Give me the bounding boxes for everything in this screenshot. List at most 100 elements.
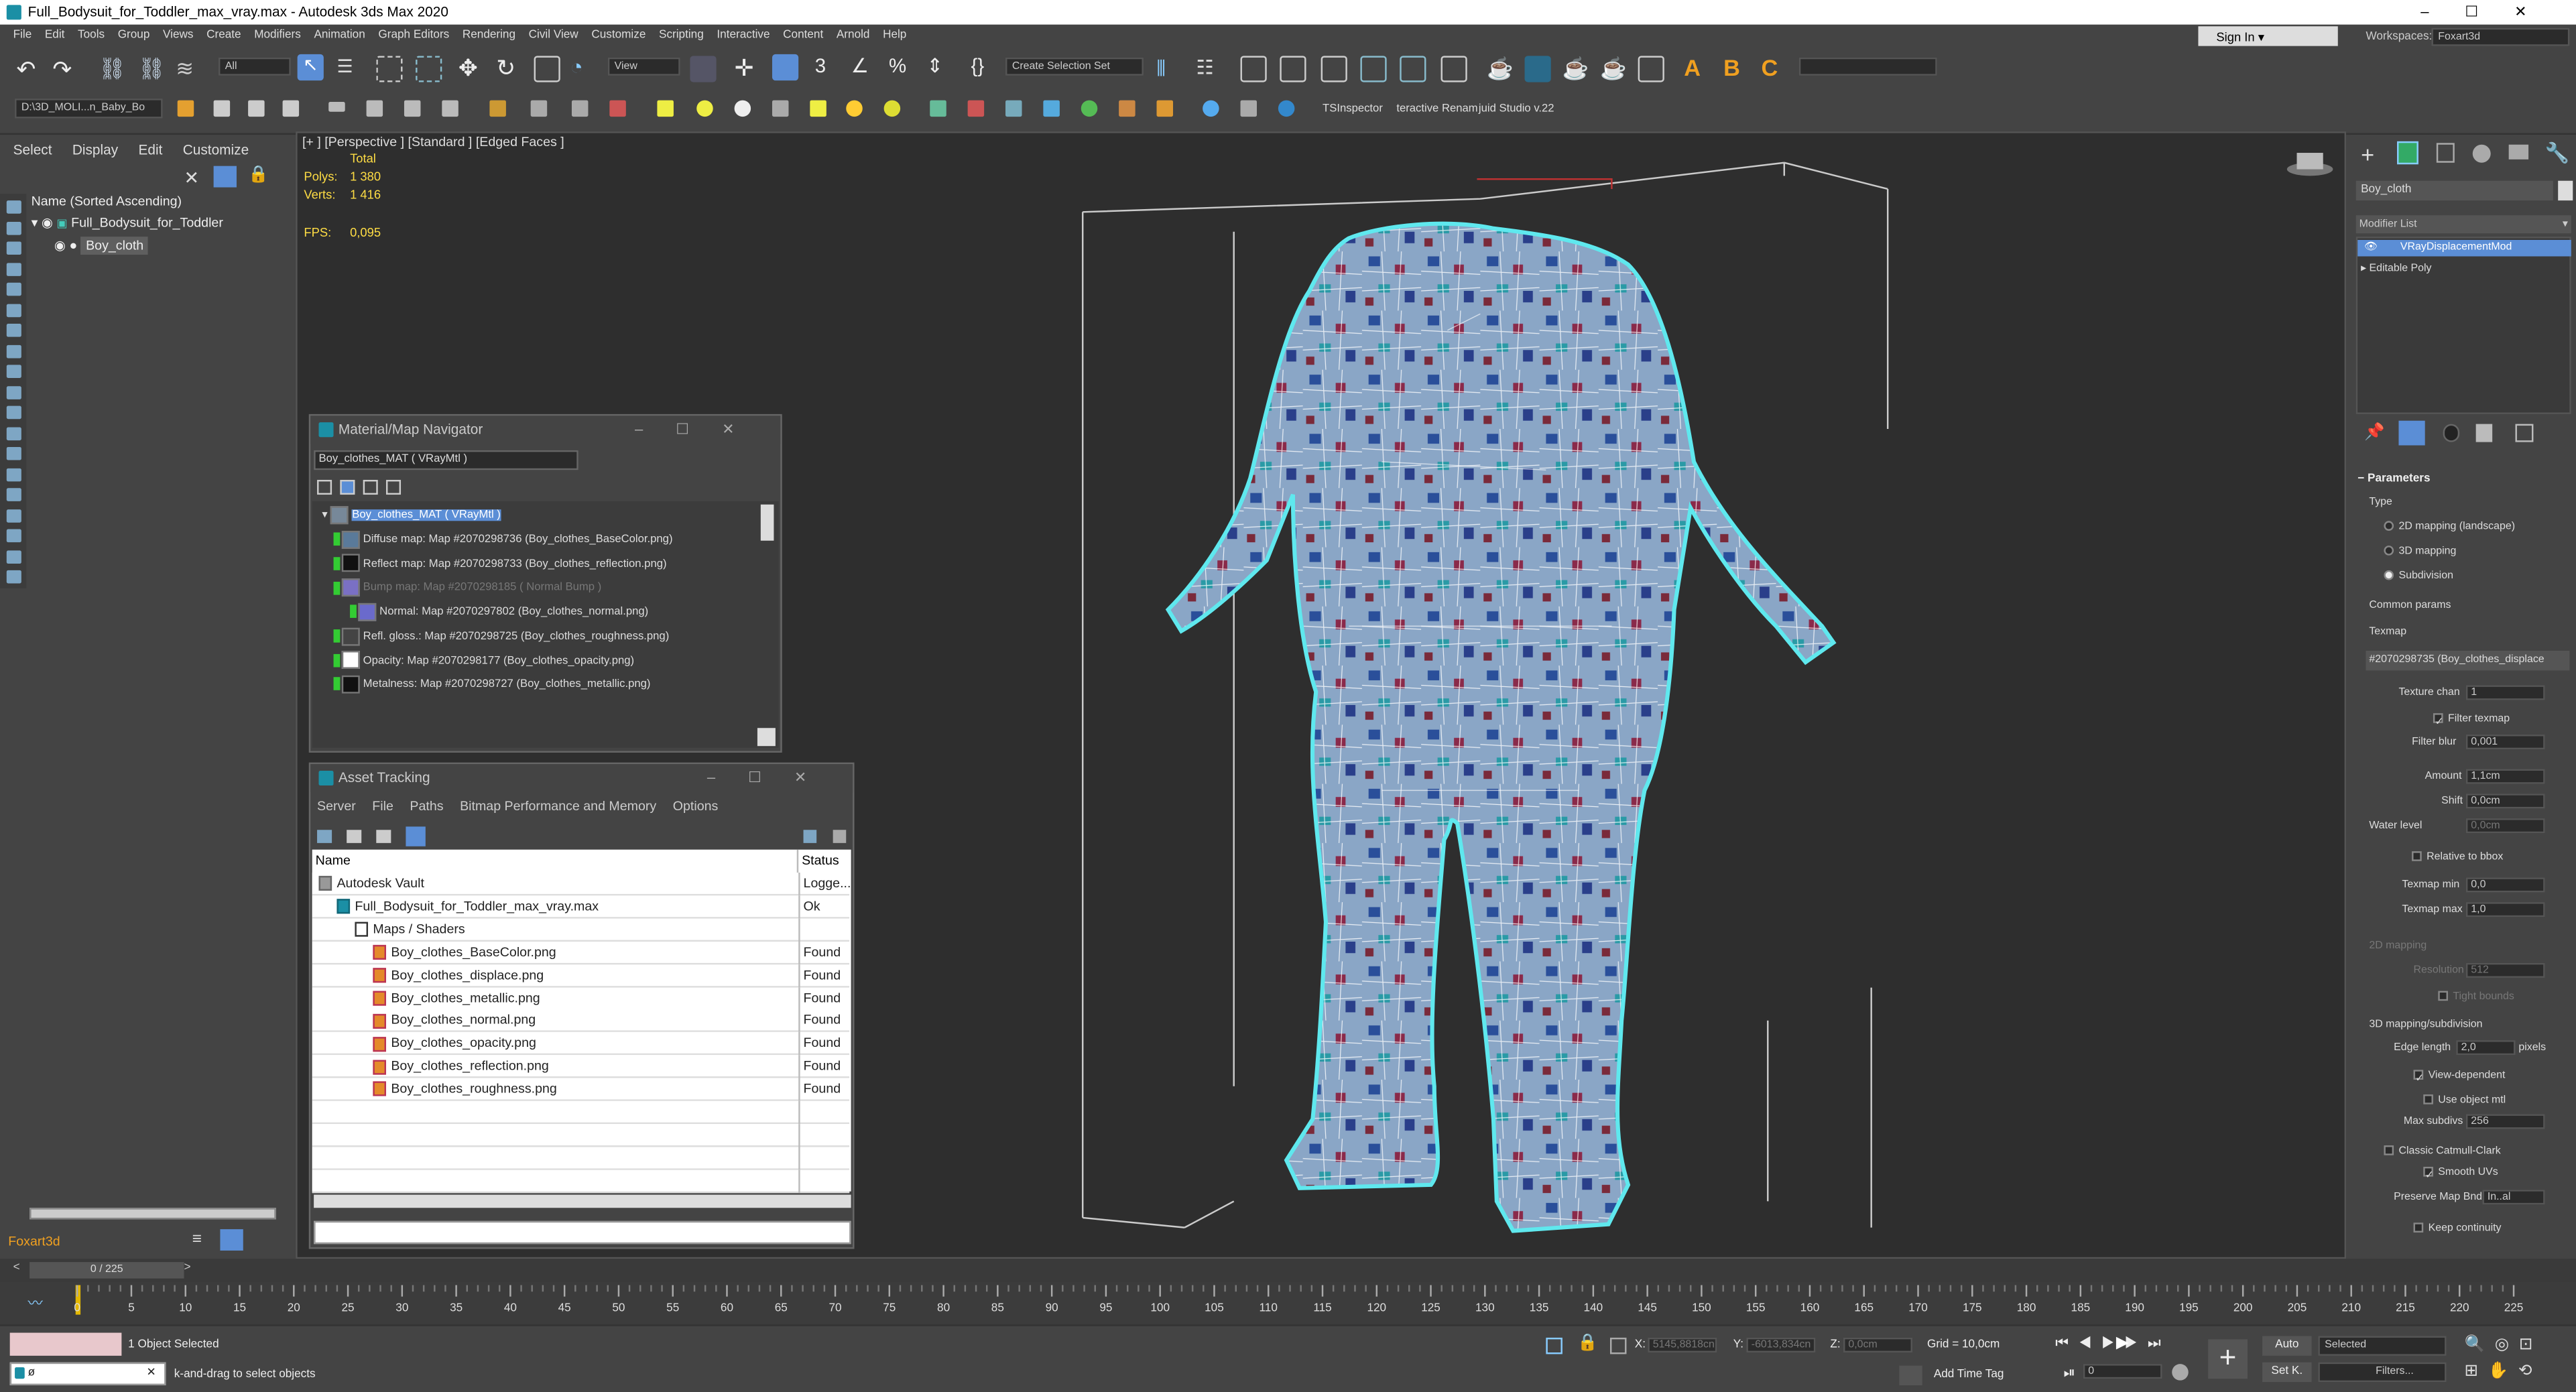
menu-group[interactable]: Group xyxy=(118,29,150,41)
vray-tool-2-icon[interactable] xyxy=(967,100,985,117)
sun-icon[interactable] xyxy=(846,100,863,117)
window-controls[interactable]: –☐✕ xyxy=(2420,0,2563,25)
material-map-row[interactable]: Diffuse map: Map #2070298736 (Boy_clothe… xyxy=(333,529,672,552)
save-selected-icon[interactable] xyxy=(248,100,265,117)
add-time-tag[interactable]: Add Time Tag xyxy=(1934,1369,2004,1381)
y-coordinate-field[interactable]: -6013,834cn xyxy=(1746,1337,1816,1352)
stack-item-vray-displacement[interactable]: 👁 VRayDisplacementMod xyxy=(2357,239,2571,257)
asset-tool-3-icon[interactable] xyxy=(376,830,391,843)
snaps-toggle-icon[interactable]: 3 xyxy=(815,54,841,80)
material-map-row[interactable]: Reflect map: Map #2070298733 (Boy_clothe… xyxy=(333,554,667,576)
tab-edit[interactable]: Edit xyxy=(138,141,162,158)
smooth-uvs-checkbox[interactable]: ✓ Smooth UVs xyxy=(2423,1167,2498,1182)
ribbon-tool-7-icon[interactable] xyxy=(571,100,589,117)
light-3-icon[interactable] xyxy=(734,100,751,117)
object-name-field[interactable]: Boy_cloth xyxy=(2355,180,2553,201)
select-object-icon[interactable]: ↖ xyxy=(297,54,324,81)
maxscript-listener-mini[interactable] xyxy=(9,1332,122,1356)
asset-menu-options[interactable]: Options xyxy=(673,799,719,814)
explorer-filter-11-icon[interactable] xyxy=(6,405,21,420)
view-dependent-checkbox[interactable]: ✓ View-dependent xyxy=(2413,1070,2505,1085)
placement-icon[interactable]: ◔ xyxy=(570,54,596,80)
light-5-icon[interactable] xyxy=(810,100,826,117)
ribbon-tool-1-icon[interactable] xyxy=(328,102,345,112)
explorer-filter-17-icon[interactable] xyxy=(6,529,21,543)
radio-3d-mapping[interactable]: 3D mapping xyxy=(2384,546,2456,557)
vray-tool-4-icon[interactable] xyxy=(1043,100,1060,117)
keep-continuity-checkbox[interactable]: Keep continuity xyxy=(2413,1222,2502,1234)
modify-tab-icon[interactable] xyxy=(2397,141,2418,165)
key-filters-button[interactable]: Filters... xyxy=(2318,1362,2447,1383)
asset-menu-paths[interactable]: Paths xyxy=(410,799,443,814)
menu-animation[interactable]: Animation xyxy=(314,29,365,41)
layer-icon[interactable]: ≡ xyxy=(192,1231,202,1249)
ribbon-tool-2-icon[interactable] xyxy=(366,100,383,117)
align-icon[interactable]: ☷ xyxy=(1196,56,1222,82)
water-level-spinner[interactable]: 0,0cm xyxy=(2465,818,2545,834)
texture-chan-spinner[interactable]: 1 xyxy=(2465,685,2545,700)
asset-tool-2-icon[interactable] xyxy=(347,830,362,843)
schematic-view-icon[interactable] xyxy=(1400,56,1426,82)
material-map-row[interactable]: Normal: Map #2070297802 (Boy_clothes_nor… xyxy=(350,602,648,625)
key-mode-icon[interactable]: ⏯ xyxy=(2063,1364,2075,1382)
hierarchy-tab-icon[interactable] xyxy=(2436,143,2455,163)
save-scene-icon[interactable] xyxy=(213,100,231,117)
filter-icon[interactable] xyxy=(213,166,237,188)
pin-stack-icon[interactable]: 📌 xyxy=(2364,424,2385,442)
explorer-filter-13-icon[interactable] xyxy=(6,446,21,460)
scene-explorer-icon[interactable] xyxy=(1321,56,1347,82)
material-navigator-titlebar[interactable]: Material/Map Navigator –☐✕ xyxy=(310,416,781,444)
resolution-spinner[interactable]: 512 xyxy=(2465,962,2545,978)
edge-length-spinner[interactable]: 2,0 xyxy=(2456,1040,2516,1056)
archive-icon[interactable] xyxy=(282,100,300,117)
clear-filter-icon[interactable]: ✕ xyxy=(184,168,200,189)
explorer-filter-4-icon[interactable] xyxy=(6,262,21,275)
asset-tracking-titlebar[interactable]: Asset Tracking –☐✕ xyxy=(310,764,853,792)
small-icons-view-icon[interactable] xyxy=(363,479,378,495)
pivot-icon[interactable] xyxy=(690,56,717,82)
menu-civil-view[interactable]: Civil View xyxy=(529,29,578,41)
plugin-interactive-rename[interactable]: teractive Renam xyxy=(1396,103,1477,115)
bind-spacewarp-icon[interactable]: ≋ xyxy=(176,56,202,82)
explorer-filter-8-icon[interactable] xyxy=(6,344,21,358)
sign-in-dropdown[interactable]: Sign In ▾ xyxy=(2198,26,2338,48)
explorer-filter-12-icon[interactable] xyxy=(6,426,21,440)
asset-tool-1-icon[interactable] xyxy=(317,830,332,843)
modifier-list-dropdown[interactable]: Modifier List ▾ xyxy=(2355,215,2571,234)
project-folder-icon[interactable] xyxy=(177,100,194,117)
lock-icon[interactable]: 🔒 xyxy=(248,166,269,184)
tight-bounds-checkbox[interactable]: Tight bounds xyxy=(2438,991,2514,1003)
mirror-icon[interactable]: ⫴ xyxy=(1157,56,1183,82)
explorer-filter-18-icon[interactable] xyxy=(6,550,21,563)
vray-tool-3-icon[interactable] xyxy=(1005,100,1022,117)
explorer-filter-7-icon[interactable] xyxy=(6,324,21,337)
text-c-icon[interactable]: C xyxy=(1761,54,1787,80)
playback-controls[interactable]: ⏮◀▶▶⏭ xyxy=(2055,1334,2170,1352)
asset-row[interactable]: Boy_clothes_roughness.png Found xyxy=(312,1078,850,1102)
vray-tool-9-icon[interactable] xyxy=(1240,100,1258,117)
show-end-result-icon[interactable] xyxy=(2398,420,2425,446)
window-controls[interactable]: –☐✕ xyxy=(707,764,840,792)
x-coordinate-field[interactable]: 5145,8818cn xyxy=(1648,1337,1717,1352)
close-icon[interactable]: ✕ xyxy=(146,1364,156,1383)
z-coordinate-field[interactable]: 0,0cm xyxy=(1843,1337,1912,1352)
asset-row[interactable]: Boy_clothes_normal.png Found xyxy=(312,1009,850,1033)
menu-views[interactable]: Views xyxy=(163,29,193,41)
asset-tool-4-icon[interactable] xyxy=(406,826,426,846)
menu-graph-editors[interactable]: Graph Editors xyxy=(378,29,449,41)
scale-icon[interactable] xyxy=(534,56,560,82)
curve-editor-icon[interactable] xyxy=(1360,56,1387,82)
filter-texmap-checkbox[interactable]: ✓ Filter texmap xyxy=(2433,713,2510,729)
parameters-rollout-title[interactable]: − Parameters xyxy=(2357,473,2430,485)
rotate-icon[interactable]: ↻ xyxy=(496,54,522,80)
menu-content[interactable]: Content xyxy=(783,29,823,41)
time-next-arrow[interactable]: > xyxy=(184,1262,191,1273)
undo-icon[interactable]: ↶ xyxy=(17,56,43,82)
tree-scroll-corner[interactable] xyxy=(757,728,776,747)
material-name-field[interactable]: Boy_clothes_MAT ( VRayMtl ) xyxy=(314,450,578,470)
named-selection-dropdown[interactable]: Create Selection Set xyxy=(1005,57,1144,76)
radio-subdivision[interactable]: Subdivision xyxy=(2384,570,2453,582)
rendered-frame-icon[interactable] xyxy=(1524,56,1551,82)
catmull-clark-checkbox[interactable]: Classic Catmull-Clark xyxy=(2384,1145,2501,1157)
ribbon-tool-6-icon[interactable] xyxy=(530,100,548,117)
